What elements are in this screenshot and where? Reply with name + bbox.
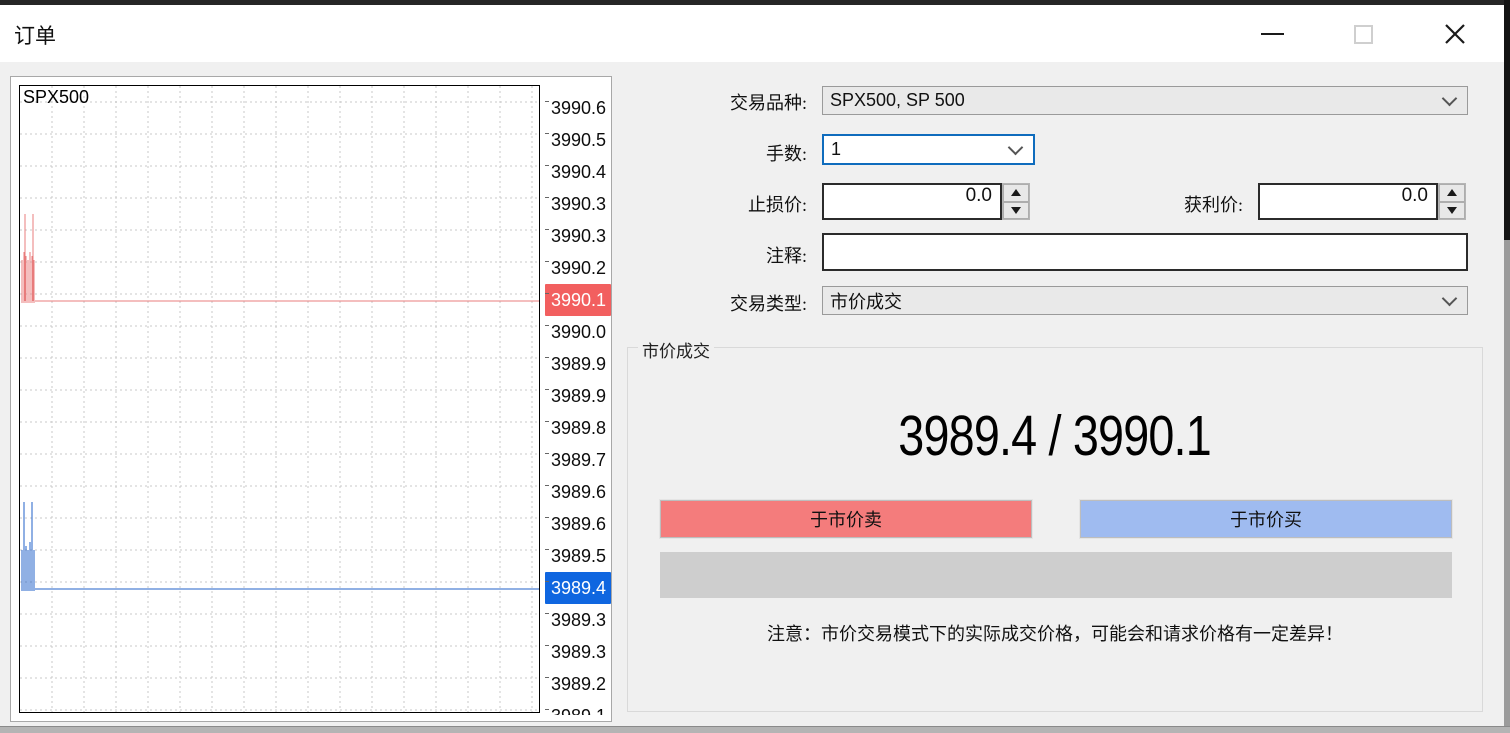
window-title: 订单 <box>14 20 56 50</box>
tick-chart-panel: SPX500 3990.63990.53990.43990.33990.3399… <box>10 76 612 722</box>
price-scale: 3990.63990.53990.43990.33990.33990.23990… <box>545 85 611 715</box>
comment-label: 注释: <box>630 242 807 268</box>
order-type-label: 交易类型: <box>630 290 807 316</box>
order-type-select[interactable]: 市价成交 <box>822 286 1468 315</box>
arrow-up-icon <box>1447 189 1457 196</box>
price-scale-value: 3990.3 <box>545 188 611 220</box>
price-scale-tick <box>545 165 549 166</box>
symbol-label: 交易品种: <box>630 89 807 115</box>
market-execution-group-title: 市价成交 <box>638 337 714 362</box>
bid-ask-quote: 3989.4 / 3990.1 <box>628 403 1482 469</box>
buy-by-market-button[interactable]: 于市价买 <box>1080 500 1452 538</box>
order-dialog: 订单 SPX500 3990.63990.53990.43990.33990.3… <box>0 0 1510 733</box>
price-scale-tick <box>545 709 549 710</box>
chevron-down-icon <box>1008 139 1024 155</box>
tick-chart-svg <box>20 86 539 712</box>
volume-combobox[interactable]: 1 <box>822 134 1035 165</box>
stop-loss-input[interactable]: 0.0 <box>822 183 1002 220</box>
price-scale-tick <box>545 229 549 230</box>
title-bar: 订单 <box>0 5 1504 62</box>
background-right-strip-gray <box>1504 240 1510 733</box>
price-scale-value: 3990.4 <box>545 156 611 188</box>
price-scale-value: 3989.5 <box>545 540 611 572</box>
symbol-select-value: SPX500, SP 500 <box>830 90 965 111</box>
price-scale-tick <box>545 421 549 422</box>
tick-chart-plot: SPX500 <box>19 85 540 713</box>
price-scale-tick <box>545 453 549 454</box>
price-scale-value: 3989.3 <box>545 604 611 636</box>
price-scale-value: 3990.5 <box>545 124 611 156</box>
arrow-down-icon <box>1447 207 1457 214</box>
bid-price-badge: 3989.4 <box>545 572 611 604</box>
price-scale-value: 3989.3 <box>545 636 611 668</box>
volume-value: 1 <box>831 139 841 160</box>
arrow-up-icon <box>1011 189 1021 196</box>
minimize-icon <box>1261 33 1284 35</box>
take-profit-increment-button[interactable] <box>1439 184 1465 202</box>
price-scale-tick <box>545 261 549 262</box>
take-profit-input[interactable]: 0.0 <box>1258 183 1438 220</box>
price-scale-value: 3989.2 <box>545 668 611 700</box>
chevron-down-icon <box>1442 290 1458 306</box>
stop-loss-spin-buttons <box>1002 183 1030 220</box>
execution-progress-bar <box>660 552 1452 598</box>
price-scale-value: 3989.6 <box>545 476 611 508</box>
ask-price-badge: 3990.1 <box>545 284 611 316</box>
price-scale-value: 3989.8 <box>545 412 611 444</box>
price-scale-tick <box>545 645 549 646</box>
arrow-down-icon <box>1011 207 1021 214</box>
price-scale-value: 3990.6 <box>545 92 611 124</box>
stop-loss-increment-button[interactable] <box>1003 184 1029 202</box>
take-profit-label: 获利价: <box>1100 191 1243 217</box>
price-scale-tick <box>545 581 549 582</box>
market-execution-note: 注意：市价交易模式下的实际成交价格，可能会和请求价格有一定差异！ <box>628 620 1482 646</box>
take-profit-decrement-button[interactable] <box>1439 202 1465 220</box>
price-scale-value: 3990.0 <box>545 316 611 348</box>
maximize-button[interactable] <box>1340 13 1386 55</box>
take-profit-spinner: 0.0 <box>1258 183 1466 220</box>
price-scale-value: 3989.9 <box>545 380 611 412</box>
price-scale-tick <box>545 677 549 678</box>
price-scale-tick <box>545 293 549 294</box>
price-scale-tick <box>545 133 549 134</box>
stop-loss-spinner: 0.0 <box>822 183 1030 220</box>
stop-loss-decrement-button[interactable] <box>1003 202 1029 220</box>
price-scale-tick <box>545 357 549 358</box>
symbol-select[interactable]: SPX500, SP 500 <box>822 86 1468 115</box>
price-scale-value: 3990.2 <box>545 252 611 284</box>
minimize-button[interactable] <box>1249 13 1295 55</box>
chart-symbol-label: SPX500 <box>23 87 89 108</box>
take-profit-spin-buttons <box>1438 183 1466 220</box>
order-type-value: 市价成交 <box>830 288 902 314</box>
price-scale-value: 3989.7 <box>545 444 611 476</box>
price-scale-value: 3989.1 <box>545 700 611 715</box>
price-scale-value: 3989.9 <box>545 348 611 380</box>
close-button[interactable] <box>1432 13 1478 55</box>
price-scale-tick <box>545 325 549 326</box>
price-scale-tick <box>545 101 549 102</box>
background-right-strip-dark <box>1504 0 1510 240</box>
price-scale-tick <box>545 197 549 198</box>
sell-by-market-button[interactable]: 于市价卖 <box>660 500 1032 538</box>
volume-label: 手数: <box>630 140 807 166</box>
price-scale-value: 3989.6 <box>545 508 611 540</box>
stop-loss-label: 止损价: <box>630 191 807 217</box>
bid-ask-quote-text: 3989.4 / 3990.1 <box>899 403 1212 469</box>
market-execution-group: 市价成交 3989.4 / 3990.1 于市价卖 于市价买 注意：市价交易模式… <box>627 347 1483 712</box>
window-bottom-edge <box>0 726 1510 733</box>
price-scale-tick <box>545 549 549 550</box>
comment-input[interactable] <box>822 233 1468 271</box>
price-scale-value: 3990.3 <box>545 220 611 252</box>
chevron-down-icon <box>1442 90 1458 106</box>
maximize-icon <box>1354 25 1373 44</box>
price-scale-tick <box>545 389 549 390</box>
price-scale-tick <box>545 517 549 518</box>
close-icon <box>1442 21 1468 47</box>
price-scale-tick <box>545 613 549 614</box>
price-scale-tick <box>545 485 549 486</box>
